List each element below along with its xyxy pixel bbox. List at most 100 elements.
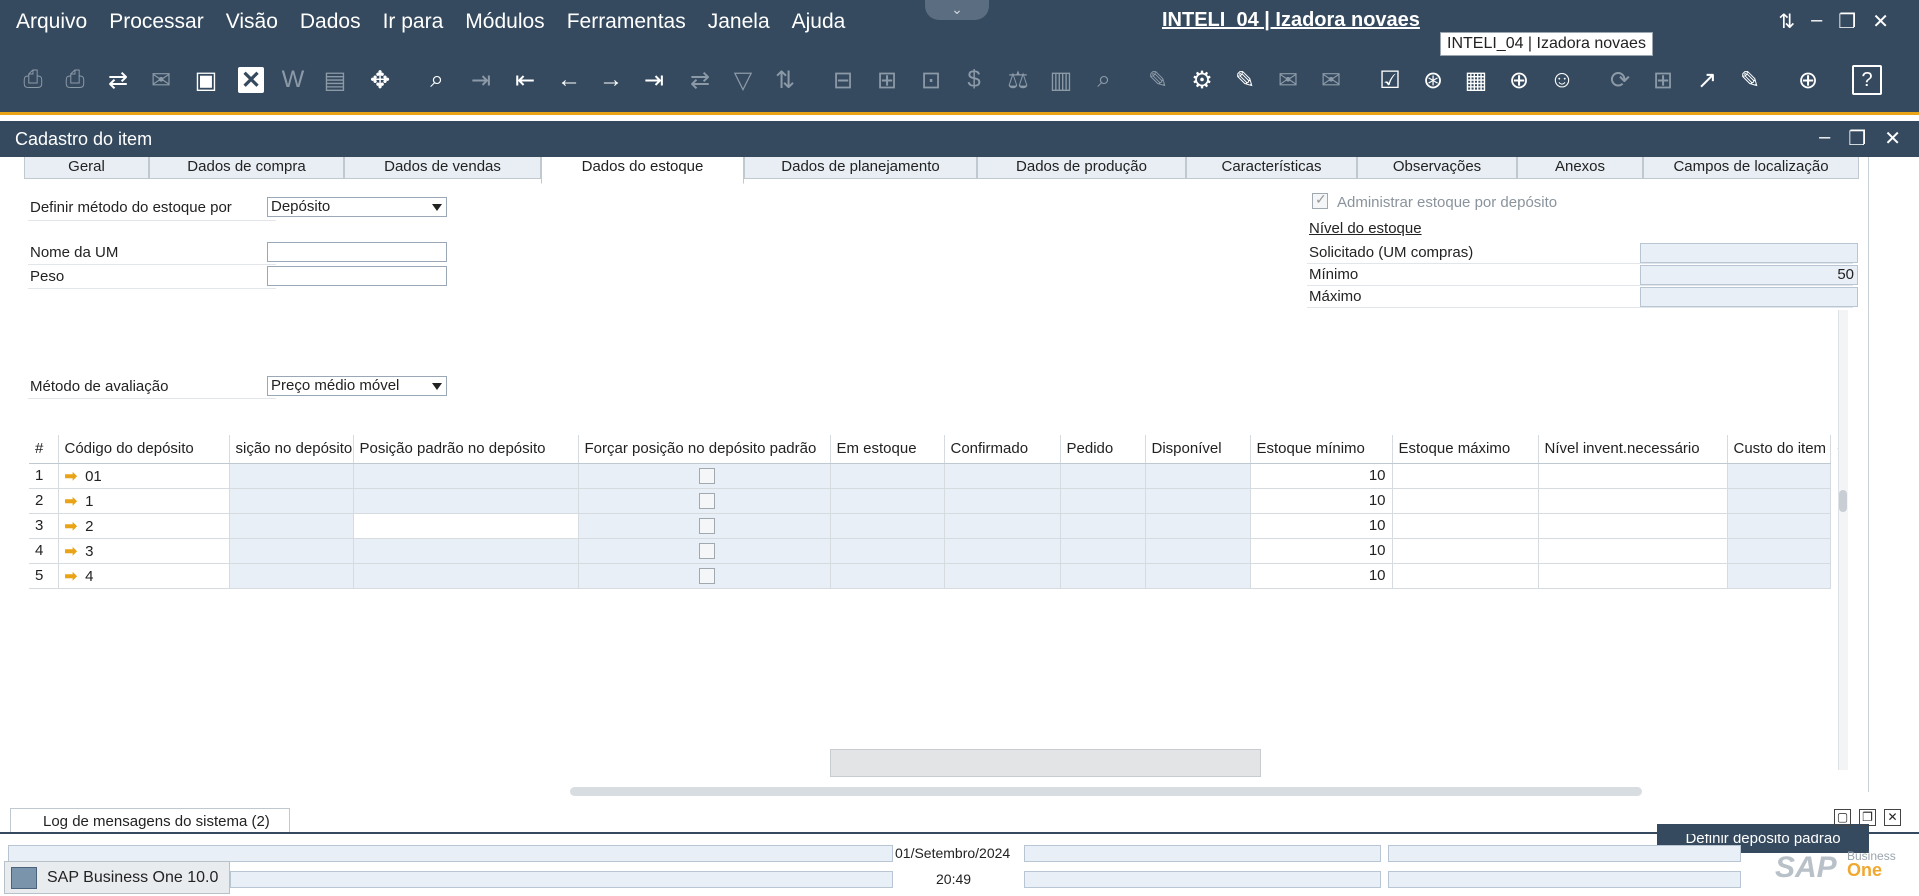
base-document-icon[interactable]: ⊟ <box>828 65 858 95</box>
table-row[interactable]: 5 ➡ 4 10 <box>29 563 1831 589</box>
table-row[interactable]: 3 ➡ 2 10 <box>29 513 1831 539</box>
next-record-icon[interactable]: → <box>596 65 626 95</box>
maximo-input[interactable] <box>1640 287 1858 307</box>
cash-flow-icon[interactable]: ↗ <box>1692 65 1722 95</box>
alert-icon[interactable]: ✉ <box>1316 65 1346 95</box>
tab-dados-estoque[interactable]: Dados do estoque <box>541 157 744 184</box>
edit-icon[interactable]: ✎ <box>1143 65 1173 95</box>
system-message-log-tab[interactable]: Log de mensagens do sistema (2) <box>10 808 290 834</box>
move-icon[interactable]: ✥ <box>365 65 395 95</box>
col-header-posicao-padrao[interactable]: Posição padrão no depósito <box>353 435 579 464</box>
sync-icon[interactable]: ⟳ <box>1605 65 1635 95</box>
sap-taskbar-button[interactable]: SAP Business One 10.0 <box>4 861 230 894</box>
vertical-scrollbar-thumb[interactable] <box>1839 490 1847 512</box>
campaign-icon[interactable]: ⊛ <box>1418 65 1448 95</box>
journal-icon[interactable]: ⊡ <box>916 65 946 95</box>
print-layout-icon[interactable]: ⇄ <box>103 65 133 95</box>
gross-profit-icon[interactable]: ▥ <box>1046 65 1076 95</box>
col-header-estoque-minimo[interactable]: Estoque mínimo <box>1250 435 1393 464</box>
table-row[interactable]: 1 ➡ 01 10 <box>29 463 1831 489</box>
print-icon[interactable]: ⎙ <box>60 65 90 95</box>
analytics-icon[interactable]: ✎ <box>1735 65 1765 95</box>
definir-metodo-dropdown[interactable]: Depósito <box>267 197 447 217</box>
link-arrow-icon[interactable]: ➡ <box>65 543 78 560</box>
estoque-maximo-cell[interactable] <box>1392 513 1539 539</box>
col-header-confirmado[interactable]: Confirmado <box>944 435 1061 464</box>
menu-ferramentas[interactable]: Ferramentas <box>567 10 686 34</box>
collapse-toolbar-tab[interactable]: ⌄ <box>925 0 989 20</box>
tab-dados-producao[interactable]: Dados de produção <box>977 157 1186 179</box>
document-settings-icon[interactable]: ✎ <box>1230 65 1260 95</box>
balance-icon[interactable]: ⚖ <box>1003 65 1033 95</box>
settings-icon[interactable]: ⇅ <box>1778 9 1795 34</box>
forcar-posicao-checkbox[interactable] <box>699 493 715 510</box>
tab-dados-vendas[interactable]: Dados de vendas <box>344 157 541 179</box>
excel-export-icon[interactable]: ✕ <box>238 67 264 94</box>
col-header-disponivel[interactable]: Disponível <box>1145 435 1251 464</box>
link-arrow-icon[interactable]: ➡ <box>65 568 78 585</box>
table-row[interactable]: 2 ➡ 1 10 <box>29 488 1831 514</box>
form-restore-icon[interactable]: ❐ <box>1848 126 1866 151</box>
minimize-icon[interactable]: – <box>1811 9 1822 34</box>
posicao-padrao-cell[interactable] <box>353 563 579 589</box>
help-icon[interactable]: ? <box>1852 65 1882 95</box>
query-icon[interactable]: ⌕ <box>1089 65 1119 95</box>
menu-visao[interactable]: Visão <box>226 10 278 34</box>
col-header-forcar-posicao[interactable]: Forçar posição no depósito padrão <box>578 435 831 464</box>
minimo-input[interactable]: 50 <box>1640 265 1858 285</box>
nivel-invent-cell[interactable] <box>1538 488 1728 514</box>
user-icon[interactable]: ☺ <box>1547 65 1577 95</box>
form-settings-icon[interactable]: ⚙ <box>1187 65 1217 95</box>
estoque-minimo-cell[interactable]: 10 <box>1250 563 1393 589</box>
restore-icon[interactable]: ❐ <box>1838 9 1856 34</box>
col-header-nivel-invent[interactable]: Nível invent.necessário <box>1538 435 1728 464</box>
col-header-em-estoque[interactable]: Em estoque <box>830 435 945 464</box>
sort-icon[interactable]: ⇅ <box>770 65 800 95</box>
tab-dados-compra[interactable]: Dados de compra <box>149 157 344 179</box>
col-header-custo-item[interactable]: Custo do item <box>1727 435 1831 464</box>
deposit-code-cell[interactable]: ➡ 01 <box>58 463 230 489</box>
add-icon[interactable]: ⇥ <box>466 65 496 95</box>
deposit-code-cell[interactable]: ➡ 2 <box>58 513 230 539</box>
tab-observacoes[interactable]: Observações <box>1357 157 1517 179</box>
nivel-invent-cell[interactable] <box>1538 513 1728 539</box>
find-icon[interactable]: ⌕ <box>422 65 452 95</box>
nome-um-input[interactable] <box>267 242 447 262</box>
estoque-maximo-cell[interactable] <box>1392 563 1539 589</box>
link-arrow-icon[interactable]: ➡ <box>65 493 78 510</box>
posicao-padrao-cell[interactable] <box>353 488 579 514</box>
approval-icon[interactable]: ☑ <box>1375 65 1405 95</box>
first-record-icon[interactable]: ⇤ <box>510 65 540 95</box>
menu-dados[interactable]: Dados <box>300 10 361 34</box>
refresh-icon[interactable]: ⇄ <box>685 65 715 95</box>
col-header-index[interactable]: # <box>29 435 59 464</box>
calculator-icon[interactable]: ▦ <box>1461 65 1491 95</box>
horizontal-scrollbar[interactable] <box>570 787 1642 796</box>
estoque-maximo-cell[interactable] <box>1392 463 1539 489</box>
tab-anexos[interactable]: Anexos <box>1517 157 1643 179</box>
company-title-link[interactable]: INTELI_04 | Izadora novaes <box>1162 9 1420 32</box>
estoque-minimo-cell[interactable]: 10 <box>1250 538 1393 564</box>
link-arrow-icon[interactable]: ➡ <box>65 468 78 485</box>
tab-campos-localizacao[interactable]: Campos de localização <box>1643 157 1859 179</box>
menu-ir-para[interactable]: Ir para <box>383 10 444 34</box>
deposit-code-cell[interactable]: ➡ 1 <box>58 488 230 514</box>
layout-icon[interactable]: ⊞ <box>1648 65 1678 95</box>
log-restore-icon[interactable]: ❐ <box>1859 809 1876 826</box>
deposit-code-cell[interactable]: ➡ 3 <box>58 538 230 564</box>
menu-ajuda[interactable]: Ajuda <box>792 10 846 34</box>
tab-dados-planejamento[interactable]: Dados de planejamento <box>744 157 977 179</box>
deposit-code-cell[interactable]: ➡ 4 <box>58 563 230 589</box>
posicao-padrao-cell[interactable] <box>353 513 579 539</box>
organization-icon[interactable]: ⊕ <box>1504 65 1534 95</box>
last-record-icon[interactable]: ⇥ <box>639 65 669 95</box>
administrar-estoque-checkbox[interactable] <box>1312 191 1328 209</box>
email-icon[interactable]: ✉ <box>146 65 176 95</box>
log-maximize-icon[interactable]: ▢ <box>1834 809 1851 826</box>
menu-janela[interactable]: Janela <box>708 10 770 34</box>
peso-input[interactable] <box>267 266 447 286</box>
close-icon[interactable]: ✕ <box>1872 9 1889 34</box>
estoque-maximo-cell[interactable] <box>1392 488 1539 514</box>
payment-icon[interactable]: $ <box>959 65 989 95</box>
col-header-estoque-maximo[interactable]: Estoque máximo <box>1392 435 1539 464</box>
